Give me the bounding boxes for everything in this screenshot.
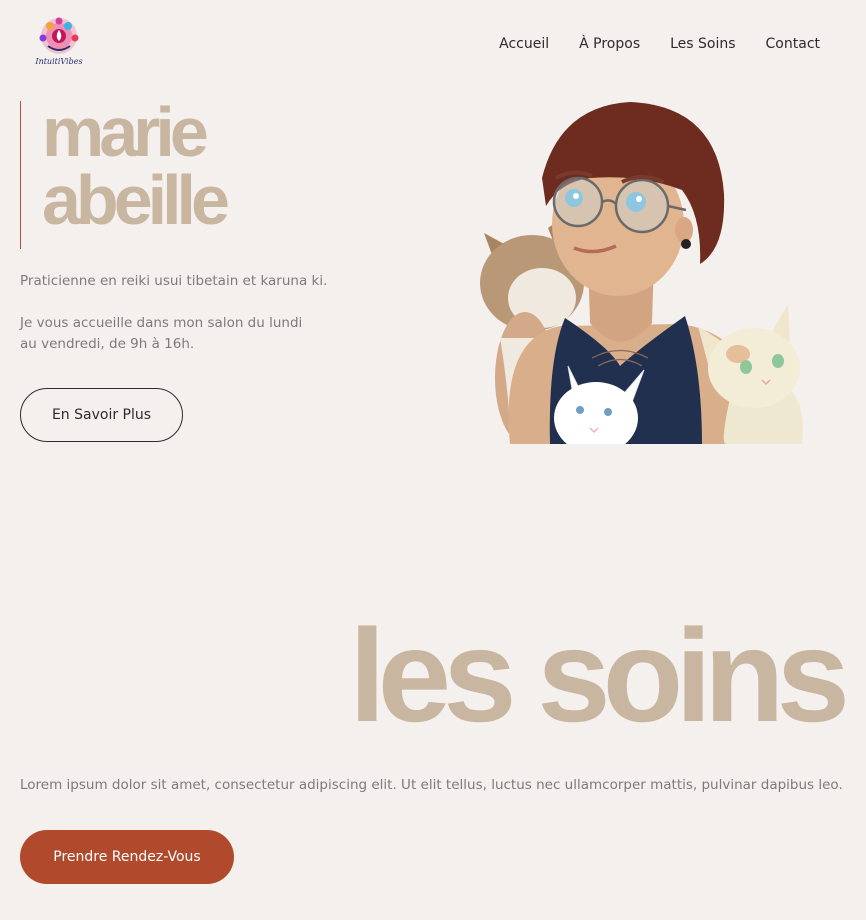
nav-item-contact[interactable]: Contact (766, 36, 820, 52)
hero-title-line1: marie (42, 93, 209, 171)
nav-item-les-soins[interactable]: Les Soins (670, 36, 735, 52)
hero-title-line2: abeille (42, 161, 230, 239)
learn-more-button[interactable]: En Savoir Plus (20, 388, 183, 442)
logo-text: IntuitiVibes (34, 57, 82, 66)
soins-section-title: les soins (349, 602, 850, 749)
soins-description: Lorem ipsum dolor sit amet, consectetur … (20, 777, 843, 793)
hero-accent-rule (20, 101, 21, 249)
hero-title: marie abeille (42, 93, 230, 239)
logo-mandala-icon (39, 17, 79, 54)
hero-illustration (470, 98, 810, 454)
main-nav: Accueil À Propos Les Soins Contact (499, 36, 820, 52)
nav-item-a-propos[interactable]: À Propos (579, 36, 640, 52)
brand-logo[interactable]: IntuitiVibes (30, 12, 88, 70)
nav-item-accueil[interactable]: Accueil (499, 36, 549, 52)
hero-hours-text: Je vous accueille dans mon salon du lund… (20, 315, 303, 352)
hero-intro-text: Praticienne en reiki usui tibetain et ka… (20, 273, 328, 289)
book-appointment-button[interactable]: Prendre Rendez-Vous (20, 830, 234, 884)
